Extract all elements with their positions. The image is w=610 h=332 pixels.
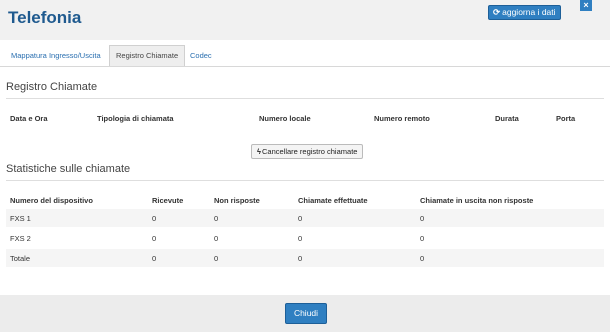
col-data-ora: Data e Ora [10,114,48,123]
refresh-label: aggiorna i dati [502,7,556,17]
table-row: FXS 1 0 0 0 0 [6,209,604,227]
tab-codec[interactable]: Codec [190,46,212,66]
col-numero-locale: Numero locale [259,114,311,123]
col-numero-dispositivo: Numero del dispositivo [10,196,93,205]
cell-device: Totale [10,254,31,263]
cell-non-risposte: 0 [214,214,219,223]
col-uscita-non-risposte: Chiamate in uscita non risposte [420,196,534,205]
table-row: Totale 0 0 0 0 [6,249,604,267]
col-chiamate-effettuate: Chiamate effettuate [298,196,368,205]
cell-effettuate: 0 [298,214,303,223]
cell-non-risposte: 0 [214,254,219,263]
cell-ricevute: 0 [152,214,157,223]
close-button[interactable]: Chiudi [285,303,327,324]
tab-bar: Mappatura Ingresso/Uscita Registro Chiam… [0,45,610,67]
modal-header: Telefonia ⟳ aggiorna i dati × [0,0,610,40]
col-ricevute: Ricevute [152,196,184,205]
cell-effettuate: 0 [298,234,303,243]
clear-call-log-button[interactable]: ϟCancellare registro chiamate [251,144,364,159]
cell-device: FXS 2 [10,234,31,243]
call-log-title: Registro Chiamate [6,81,98,93]
divider [6,180,604,181]
cell-effettuate: 0 [298,254,303,263]
divider [6,98,604,99]
col-durata: Durata [495,114,519,123]
col-porta: Porta [556,114,576,123]
refresh-data-button[interactable]: ⟳ aggiorna i dati [488,5,561,20]
tab-registro-chiamate[interactable]: Registro Chiamate [109,45,186,66]
cell-ricevute: 0 [152,234,157,243]
cell-non-risposte: 0 [214,234,219,243]
close-icon[interactable]: × [580,0,592,11]
cell-uscita-non-risposte: 0 [420,254,425,263]
bolt-icon: ϟ [257,147,261,156]
modal-footer: Chiudi [0,295,610,332]
page-title: Telefonia [8,8,82,27]
tab-mappatura[interactable]: Mappatura Ingresso/Uscita [11,46,101,66]
table-row: FXS 2 0 0 0 0 [6,229,604,247]
modal-body: Mappatura Ingresso/Uscita Registro Chiam… [0,40,610,295]
cell-uscita-non-risposte: 0 [420,214,425,223]
cell-uscita-non-risposte: 0 [420,234,425,243]
refresh-icon: ⟳ [493,7,501,17]
col-numero-remoto: Numero remoto [374,114,430,123]
col-non-risposte: Non risposte [214,196,260,205]
cell-device: FXS 1 [10,214,31,223]
col-tipologia: Tipologia di chiamata [97,114,174,123]
stats-title: Statistiche sulle chiamate [6,163,131,175]
clear-call-log-label: Cancellare registro chiamate [261,147,358,156]
cell-ricevute: 0 [152,254,157,263]
